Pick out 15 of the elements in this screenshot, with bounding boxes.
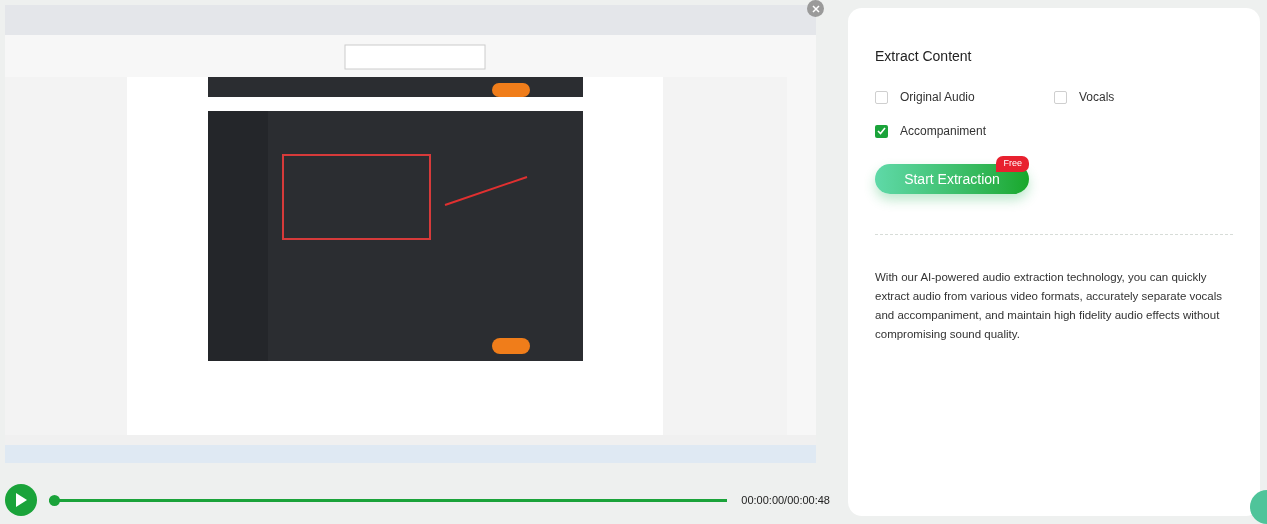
checkbox[interactable] xyxy=(1054,90,1067,104)
option-label: Accompaniment xyxy=(900,123,987,140)
checkbox[interactable] xyxy=(875,90,888,104)
time-readout: 00:00:00/00:00:48 xyxy=(741,492,830,508)
checkbox[interactable] xyxy=(875,124,888,138)
option-label: Original Audio xyxy=(900,89,975,106)
option-label: Vocals xyxy=(1079,89,1115,106)
play-icon xyxy=(14,493,27,507)
free-badge: Free xyxy=(996,156,1029,172)
progress-thumb[interactable] xyxy=(48,494,60,506)
panel-title: Extract Content xyxy=(875,47,973,66)
close-icon xyxy=(811,4,820,13)
play-button[interactable] xyxy=(5,484,37,516)
close-button[interactable] xyxy=(807,0,824,17)
description-text: With our AI-powered audio extraction technology, you can quickly extract audio from various video formats, accurately separate vocals and accompaniment, and maintain high fidelity audio effects without compromising sound quality. xyxy=(875,270,1224,342)
